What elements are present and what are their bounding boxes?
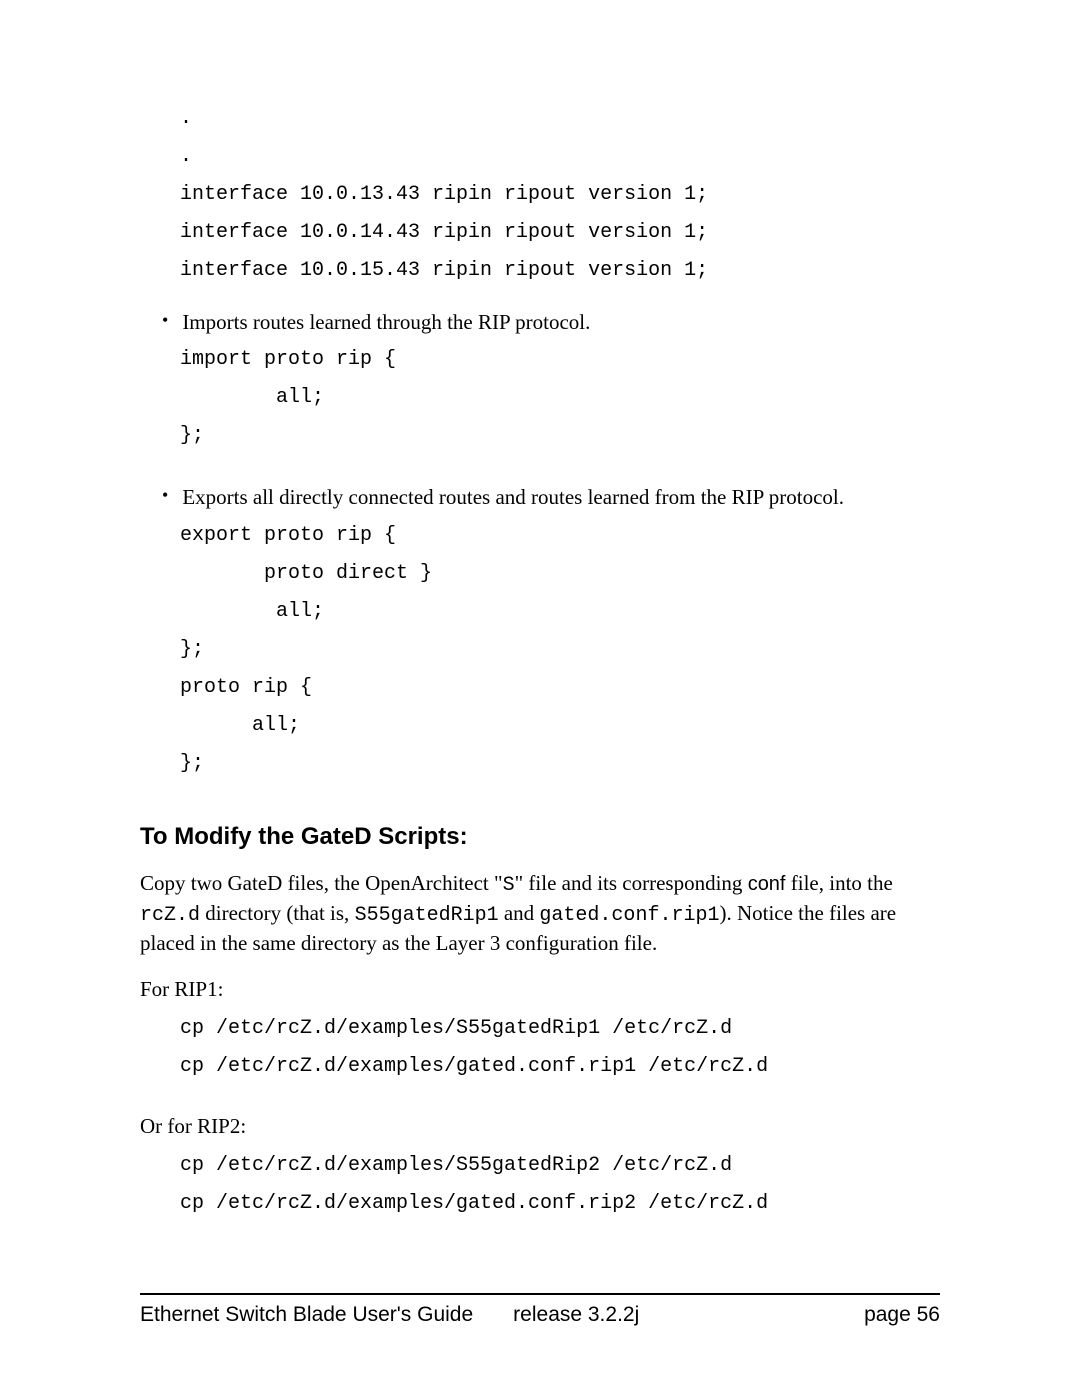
rip2-label: Or for RIP2: (140, 1114, 940, 1139)
rip1-label: For RIP1: (140, 977, 940, 1002)
bullet-dot-icon: • (162, 308, 168, 333)
para-code: S55gatedRip1 (355, 904, 499, 927)
para-code: gated.conf.rip1 (539, 904, 719, 927)
footer-page-number: page 56 (864, 1303, 940, 1327)
bullet-text: Exports all directly connected routes an… (182, 483, 844, 512)
page-footer: Ethernet Switch Blade User's Guide relea… (140, 1293, 940, 1327)
rip2-commands: cp /etc/rcZ.d/examples/S55gatedRip2 /etc… (180, 1147, 940, 1223)
page: . . interface 10.0.13.43 ripin ripout ve… (0, 0, 1080, 1397)
para-text: file, into the (786, 871, 893, 895)
para-text: and (499, 901, 540, 925)
import-rip-code: import proto rip { all; }; (180, 341, 940, 455)
para-code: S (503, 874, 515, 897)
footer-title: Ethernet Switch Blade User's Guide (140, 1303, 473, 1327)
interface-config-code: . . interface 10.0.13.43 ripin ripout ve… (180, 100, 940, 290)
para-sans: conf (748, 873, 786, 895)
footer-release: release 3.2.2j (513, 1303, 639, 1327)
para-text: directory (that is, (200, 901, 355, 925)
bullet-item: • Imports routes learned through the RIP… (162, 308, 940, 337)
export-rip-code: export proto rip { proto direct } all; }… (180, 517, 940, 783)
section-heading: To Modify the GateD Scripts: (140, 823, 940, 851)
bullet-text: Imports routes learned through the RIP p… (182, 308, 590, 337)
bullet-dot-icon: • (162, 483, 168, 508)
para-text: Copy two GateD files, the OpenArchitect … (140, 871, 503, 895)
footer-row: Ethernet Switch Blade User's Guide relea… (140, 1303, 940, 1327)
footer-rule (140, 1293, 940, 1295)
body-paragraph: Copy two GateD files, the OpenArchitect … (140, 869, 940, 957)
para-text: " file and its corresponding (515, 871, 748, 895)
rip1-commands: cp /etc/rcZ.d/examples/S55gatedRip1 /etc… (180, 1010, 940, 1086)
para-code: rcZ.d (140, 904, 200, 927)
footer-left: Ethernet Switch Blade User's Guide relea… (140, 1303, 639, 1327)
bullet-item: • Exports all directly connected routes … (162, 483, 940, 512)
